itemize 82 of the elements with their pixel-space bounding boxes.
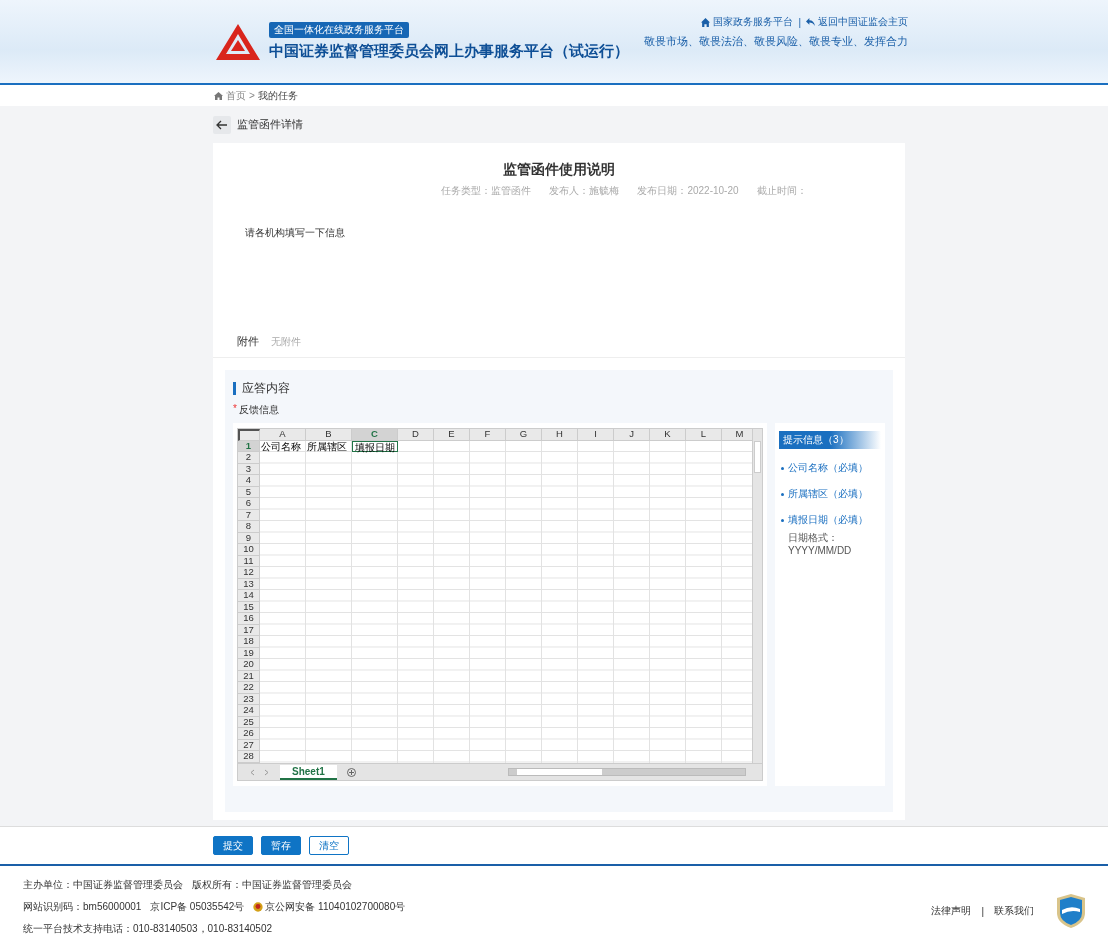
back-arrow-icon — [216, 119, 228, 130]
bullet-icon — [781, 492, 784, 496]
row-header[interactable]: 14 — [238, 590, 260, 602]
horizontal-scrollbar[interactable] — [508, 768, 746, 776]
row-header[interactable]: 28 — [238, 751, 260, 763]
home-icon — [214, 91, 223, 100]
link-separator: | — [798, 16, 801, 28]
column-header[interactable]: K — [650, 429, 686, 441]
hint-item: 所属辖区（必填） — [788, 487, 868, 501]
required-mark: * — [233, 403, 237, 416]
link-separator: | — [981, 905, 984, 917]
column-header[interactable]: B — [306, 429, 352, 441]
field-label: 反馈信息 — [238, 403, 279, 417]
meta-text: 任务类型：监管函件 — [441, 184, 532, 198]
row-header[interactable]: 2 — [238, 452, 260, 464]
row-header[interactable]: 4 — [238, 475, 260, 487]
page-title: 监管函件详情 — [237, 117, 303, 132]
spreadsheet[interactable]: A B C D E F G H I J K L M 1 公司名称 所属辖区 填报日期 2 3 4 5 6 7 8 9 10 11 12 13 14 15 16 17 18 19 20 21 22 23 24 25 26 27 28 Sheet1 — [237, 428, 763, 781]
row-header[interactable]: 26 — [238, 728, 260, 740]
footer-link[interactable]: 法律声明 — [931, 904, 972, 918]
column-header[interactable]: C — [352, 429, 398, 441]
row-header[interactable]: 6 — [238, 498, 260, 510]
action-button[interactable]: 提交 — [213, 836, 253, 855]
column-header[interactable]: H — [542, 429, 578, 441]
hint-item: 填报日期（必填） — [788, 513, 868, 527]
logo-icon — [215, 22, 261, 61]
row-header[interactable]: 20 — [238, 659, 260, 671]
footer-link[interactable]: 联系我们 — [994, 904, 1034, 918]
footer-text: 统一平台技术支持电话：010-83140503，010-83140502 — [23, 922, 272, 936]
back-button[interactable] — [213, 115, 231, 134]
select-all-button[interactable] — [238, 429, 260, 441]
breadcrumb-separator: > — [249, 90, 255, 101]
sheet-tab[interactable]: Sheet1 — [280, 764, 337, 780]
row-header[interactable]: 16 — [238, 613, 260, 625]
meta-text: 截止时间： — [756, 184, 807, 198]
row-header[interactable]: 22 — [238, 682, 260, 694]
meta-text: 发布人：施毓梅 — [549, 184, 620, 198]
action-button[interactable]: 暂存 — [261, 836, 301, 855]
site-title: 中国证券监督管理委员会网上办事服务平台（试运行） — [269, 42, 629, 61]
add-sheet-icon[interactable] — [346, 767, 356, 777]
column-header[interactable]: L — [686, 429, 722, 441]
platform-badge: 全国一体化在线政务服务平台 — [269, 22, 409, 38]
column-header[interactable]: J — [614, 429, 650, 441]
footer-text: 主办单位：中国证券监督管理委员会 — [23, 878, 183, 892]
column-header[interactable]: D — [398, 429, 434, 441]
footer-text: 京公网安备 11040102700080号 — [265, 900, 406, 914]
attachments-value: 无附件 — [271, 335, 301, 349]
footer-text: 京ICP备 05035542号 — [150, 900, 245, 914]
footer-text: 版权所有：中国证券监督管理委员会 — [192, 878, 352, 892]
emblem-icon — [253, 902, 264, 912]
hint-item: 公司名称（必填） — [788, 461, 868, 475]
column-header[interactable]: G — [506, 429, 542, 441]
header-link[interactable]: 返回中国证监会主页 — [806, 15, 908, 29]
bullet-icon — [781, 518, 784, 522]
breadcrumb-item[interactable]: 首页 — [226, 88, 246, 103]
row-header[interactable]: 24 — [238, 705, 260, 717]
vertical-scrollbar[interactable] — [752, 429, 762, 763]
home-icon — [701, 17, 711, 27]
column-header[interactable]: E — [434, 429, 470, 441]
row-header[interactable]: 8 — [238, 521, 260, 533]
column-header[interactable]: A — [260, 429, 306, 441]
notice-body: 请各机构填写一下信息 — [245, 226, 346, 240]
row-header[interactable]: 18 — [238, 636, 260, 648]
column-header[interactable]: M — [722, 429, 753, 441]
header-link[interactable]: 国家政务服务平台 — [701, 15, 794, 29]
reply-arrow-icon — [806, 17, 815, 27]
breadcrumb-item: 我的任务 — [257, 88, 298, 103]
hints-title: 提示信息（3） — [779, 431, 881, 449]
slogan: 敬畏市场、敬畏法治、敬畏风险、敬畏专业、发挥合力 — [644, 34, 908, 49]
action-button[interactable]: 清空 — [309, 836, 349, 855]
column-header[interactable]: I — [578, 429, 614, 441]
row-header[interactable]: 12 — [238, 567, 260, 579]
footer-text: 网站识别码：bm56000001 — [23, 900, 142, 914]
row-header[interactable]: 10 — [238, 544, 260, 556]
notice-title: 监管函件使用说明 — [502, 161, 616, 179]
shield-badge-icon[interactable] — [1056, 893, 1086, 929]
meta-text: 发布日期：2022-10-20 — [637, 184, 739, 198]
bullet-icon — [781, 466, 784, 470]
section-heading: 应答内容 — [233, 382, 885, 395]
column-header[interactable]: F — [470, 429, 506, 441]
hint-note: 日期格式：YYYY/MM/DD — [788, 531, 853, 556]
attachments-label: 附件 — [237, 334, 259, 349]
